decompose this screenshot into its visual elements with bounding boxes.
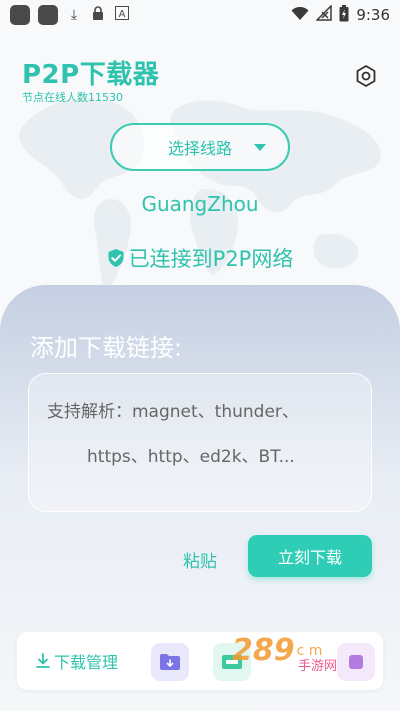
chevron-down-icon — [254, 144, 266, 151]
svg-text:A: A — [119, 9, 126, 20]
clock-time: 9:36 — [356, 6, 390, 24]
current-city: GuangZhou — [141, 192, 259, 216]
a-icon: A — [114, 6, 130, 24]
add-link-title: 添加下载链接: — [30, 334, 183, 362]
download-now-label: 立刻下载 — [277, 548, 342, 567]
link-input-hint-line2: https、http、ed2k、BT... — [87, 447, 295, 467]
tool-icon — [349, 655, 363, 669]
download-now-button[interactable]: 立刻下载 — [248, 535, 372, 577]
app-title: P2P下载器 — [22, 60, 160, 90]
folder-download-icon — [160, 654, 180, 670]
no-sim-icon — [315, 4, 333, 25]
connection-status: 已连接到P2P网络 — [0, 243, 400, 273]
download-manager-label: 下载管理 — [54, 653, 119, 672]
battery-charging-icon — [339, 4, 349, 26]
watermark-subtext: 手游网 — [298, 659, 338, 674]
paste-button[interactable]: 粘贴 — [183, 547, 217, 572]
download-icon: ⤓ — [70, 7, 78, 23]
wifi-icon — [291, 6, 309, 25]
hexagon-settings-icon — [356, 65, 376, 87]
connection-status-text: 已连接到P2P网络 — [128, 247, 294, 271]
settings-button[interactable] — [354, 64, 378, 88]
download-icon — [36, 653, 50, 668]
link-input-hint-line1: 支持解析：magnet、thunder、 — [47, 402, 299, 422]
lock-icon — [90, 6, 106, 24]
download-manager-button[interactable]: 下载管理 — [35, 649, 118, 673]
status-bar: ⤓ A 9:36 — [0, 0, 400, 30]
online-node-count: 节点在线人数11530 — [22, 91, 123, 104]
extra-tool-button[interactable] — [337, 643, 375, 681]
select-route-dropdown[interactable]: 选择线路 — [110, 123, 290, 171]
download-link-input[interactable]: 支持解析：magnet、thunder、 https、http、ed2k、BT.… — [28, 373, 372, 512]
shield-check-icon — [108, 249, 124, 267]
folder-button[interactable] — [151, 643, 189, 681]
app-notification-icon — [10, 5, 30, 25]
select-route-label: 选择线路 — [167, 139, 232, 158]
watermark-number: 289 — [232, 633, 295, 668]
app-notification-icon — [38, 5, 58, 25]
